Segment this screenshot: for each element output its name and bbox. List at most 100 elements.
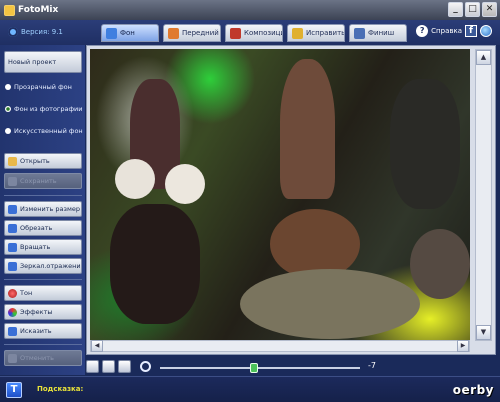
close-button[interactable]: ✕ [482, 2, 497, 17]
minimize-button[interactable]: _ [448, 2, 463, 17]
button-label: Обрезать [20, 224, 53, 232]
fit-view-button[interactable] [86, 360, 99, 373]
button-label: Тон [20, 289, 33, 297]
globe-icon[interactable] [480, 25, 492, 37]
maximize-button[interactable]: □ [465, 2, 480, 17]
effects-button[interactable]: Эффекты [4, 304, 82, 320]
zoom-end-label: -7 [368, 361, 376, 370]
tab-label: Исправить [306, 29, 345, 37]
fix-icon [292, 27, 303, 39]
dancer-figure [410, 229, 470, 299]
divider [4, 279, 82, 280]
radio-transparent-bg[interactable]: Прозрачный фон [5, 83, 83, 91]
divider [4, 344, 82, 345]
open-button[interactable]: Открыть [4, 153, 82, 169]
tab-foreground[interactable]: Передний пл [163, 24, 221, 42]
button-label: Изменить размер [20, 205, 80, 213]
radio-label: Искусственный фон [14, 127, 83, 135]
button-label: Открыть [20, 157, 50, 165]
collage-image[interactable] [90, 49, 470, 341]
radio-dot[interactable] [5, 128, 11, 134]
finish-icon [354, 27, 365, 39]
watermark: oerby [452, 383, 494, 397]
help-link[interactable]: Справка [431, 27, 462, 35]
rotate-icon [8, 242, 17, 252]
scroll-down-icon[interactable]: ▼ [476, 325, 491, 340]
background-icon [106, 27, 117, 39]
button-label: Исказить [20, 327, 52, 335]
canvas-area[interactable]: ▲ ▼ ◀ ▶ [86, 45, 496, 355]
hint-label: Подсказка: [37, 385, 84, 393]
couple-figure [390, 79, 460, 209]
help-icon[interactable]: ? [416, 25, 429, 37]
button-label: Отменить [20, 354, 54, 362]
facebook-icon[interactable]: f [465, 25, 477, 37]
tab-bar: Версия: 9.1 Фон Передний пл Композиция И… [0, 20, 500, 45]
radio-label: Прозрачный фон [14, 83, 72, 91]
mirror-icon [8, 261, 17, 271]
tab-fix[interactable]: Исправить [287, 24, 345, 42]
zoom-icon [140, 361, 151, 372]
composition-icon [230, 27, 241, 39]
save-button[interactable]: Сохранить [4, 173, 82, 189]
button-label: Зеркал.отражение [20, 262, 82, 270]
status-bar: T Подсказка: oerby [0, 376, 500, 402]
tab-label: Передний пл [182, 29, 220, 37]
scroll-left-icon[interactable]: ◀ [91, 340, 103, 352]
couple-figure [110, 204, 200, 324]
title-bar: FotoMix _ □ ✕ [0, 0, 500, 20]
pillow [240, 269, 420, 339]
tab-label: Композиция [244, 29, 282, 37]
crop-icon [8, 223, 17, 233]
window-title: FotoMix [18, 5, 59, 15]
tab-composition[interactable]: Композиция [225, 24, 283, 42]
grid-view-button[interactable] [118, 360, 131, 373]
tab-label: Фон [120, 29, 135, 37]
radio-artificial-bg[interactable]: Искусственный фон [5, 127, 83, 135]
distort-icon [8, 326, 17, 336]
distort-button[interactable]: Исказить [4, 323, 82, 339]
radio-dot[interactable] [5, 84, 11, 90]
app-icon [4, 4, 15, 16]
window-controls: _ □ ✕ [448, 2, 497, 17]
version-label: Версия: 9.1 [21, 28, 63, 36]
hint-icon[interactable]: T [6, 382, 22, 398]
teddy-bear [115, 159, 155, 199]
zoom-bar: -7 [86, 358, 496, 376]
radio-label: Фон из фотографии [14, 105, 83, 113]
gear-icon [8, 27, 18, 37]
folder-icon [8, 156, 17, 166]
scroll-right-icon[interactable]: ▶ [457, 340, 469, 352]
horizontal-scrollbar[interactable]: ◀ ▶ [90, 340, 470, 352]
woman-figure [280, 59, 335, 199]
mirror-button[interactable]: Зеркал.отражение [4, 258, 82, 274]
new-project-button[interactable]: Новый проект [4, 51, 82, 73]
foreground-icon [168, 27, 179, 39]
tone-button[interactable]: Тон [4, 285, 82, 301]
vertical-scrollbar[interactable]: ▲ ▼ [475, 49, 492, 341]
resize-icon [8, 204, 17, 214]
tone-icon [8, 288, 17, 298]
tab-finish[interactable]: Финиш [349, 24, 407, 42]
actual-size-button[interactable] [102, 360, 115, 373]
undo-icon [8, 353, 17, 363]
rotate-button[interactable]: Вращать [4, 239, 82, 255]
button-label: Вращать [20, 243, 51, 251]
tab-label: Финиш [368, 29, 395, 37]
version-info: Версия: 9.1 [8, 27, 63, 37]
radio-photo-bg[interactable]: Фон из фотографии [5, 105, 83, 113]
zoom-slider-thumb[interactable] [250, 363, 258, 373]
teddy-bear [165, 164, 205, 204]
help-group: ? Справка f [416, 25, 492, 37]
button-label: Эффекты [20, 308, 53, 316]
left-sidebar: Новый проект Прозрачный фон Фон из фотог… [0, 45, 85, 375]
zoom-slider[interactable] [160, 363, 360, 373]
radio-dot[interactable] [5, 106, 11, 112]
tab-background[interactable]: Фон [101, 24, 159, 42]
effects-icon [8, 307, 17, 317]
crop-button[interactable]: Обрезать [4, 220, 82, 236]
scroll-up-icon[interactable]: ▲ [476, 50, 491, 65]
resize-button[interactable]: Изменить размер [4, 201, 82, 217]
undo-button[interactable]: Отменить [4, 350, 82, 366]
button-label: Сохранить [20, 177, 57, 185]
